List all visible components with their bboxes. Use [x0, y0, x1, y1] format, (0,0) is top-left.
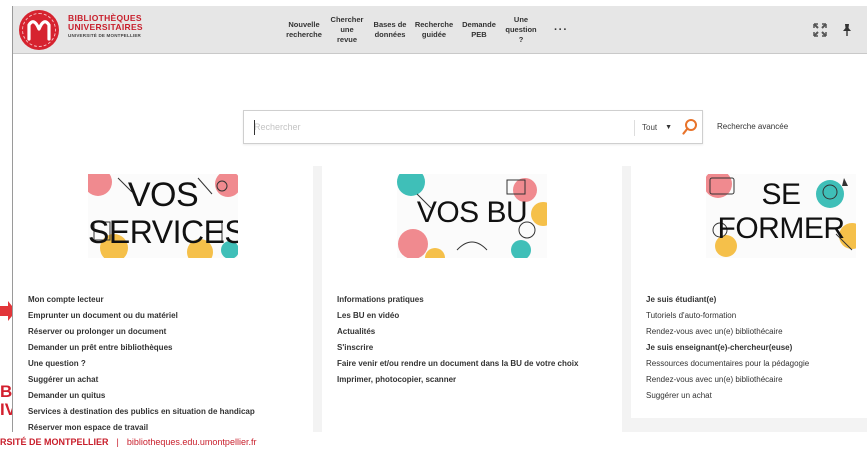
card-bu: VOS BU Informations pratiques Les BU en … [322, 166, 622, 432]
search-scope-select[interactable]: Tout ▼ [642, 111, 672, 143]
former-title-line1: SE [761, 178, 801, 211]
library-logo-text[interactable]: BIBLIOTHÈQUES UNIVERSITAIRES UNIVERSITÉ … [68, 14, 143, 39]
link-suggest-purchase[interactable]: Suggérer un achat [28, 372, 255, 388]
link-video[interactable]: Les BU en vidéo [337, 308, 578, 324]
browser-window: BIBLIOTHÈQUES UNIVERSITAIRES UNIVERSITÉ … [12, 6, 867, 432]
link-print-scan[interactable]: Imprimer, photocopier, scanner [337, 372, 578, 388]
nav-find-journal[interactable]: Chercher une revue [325, 6, 369, 54]
nav-more-button[interactable]: ··· [541, 6, 581, 54]
link-teacher[interactable]: Je suis enseignant(e)-chercheur(euse) [646, 340, 809, 356]
former-links: Je suis étudiant(e) Tutoriels d'auto-for… [646, 292, 809, 404]
main-nav: Nouvelle recherche Chercher une revue Ba… [283, 6, 581, 54]
link-workspace[interactable]: Réserver mon espace de travail [28, 420, 255, 432]
card-former: SE FORMER Je suis étudiant(e) Tutoriels … [631, 166, 867, 418]
bu-banner-image[interactable]: VOS BU [397, 174, 547, 258]
link-suggest-purchase-teacher[interactable]: Suggérer un achat [646, 388, 809, 404]
link-practical-info[interactable]: Informations pratiques [337, 292, 578, 308]
link-reserve[interactable]: Réserver ou prolonger un document [28, 324, 255, 340]
card-services: VOS SERVICES Mon compte lecteur Emprunte… [13, 166, 313, 432]
link-news[interactable]: Actualités [337, 324, 578, 340]
search-scope-value: Tout [642, 122, 658, 132]
nav-new-search[interactable]: Nouvelle recherche [283, 6, 325, 54]
pin-icon[interactable] [841, 23, 853, 37]
former-title-line2: FORMER [717, 212, 846, 245]
services-links: Mon compte lecteur Emprunter un document… [28, 292, 255, 432]
link-student[interactable]: Je suis étudiant(e) [646, 292, 809, 308]
link-appointment-student[interactable]: Rendez-vous avec un(e) bibliothécaire [646, 324, 809, 340]
text-cursor [254, 120, 255, 135]
brand-footer: RSITÉ DE MONTPELLIER | bibliotheques.edu… [0, 433, 256, 450]
header-tools [813, 6, 853, 54]
services-title-line1: VOS [127, 176, 199, 214]
link-quitus[interactable]: Demander un quitus [28, 388, 255, 404]
footer-url: bibliotheques.edu.umontpellier.fr [126, 436, 257, 447]
link-pedagogy-resources[interactable]: Ressources documentaires pour la pédagog… [646, 356, 809, 372]
link-document-transfer[interactable]: Faire venir et/ou rendre un document dan… [337, 356, 578, 372]
university-logo-icon[interactable] [19, 10, 59, 50]
expand-icon[interactable] [813, 23, 827, 37]
nav-databases[interactable]: Bases de données [369, 6, 411, 54]
footer-separator: | [116, 436, 119, 447]
nav-peb-request[interactable]: Demande PEB [457, 6, 501, 54]
link-accessibility[interactable]: Services à destination des publics en si… [28, 404, 255, 420]
search-bar: Tout ▼ [243, 110, 703, 144]
search-icon[interactable] [682, 118, 698, 136]
link-tutorials[interactable]: Tutoriels d'auto-formation [646, 308, 809, 324]
link-borrow[interactable]: Emprunter un document ou du matériel [28, 308, 255, 324]
link-account[interactable]: Mon compte lecteur [28, 292, 255, 308]
services-title-line2: SERVICES [88, 214, 238, 250]
services-banner-image[interactable]: VOS SERVICES [88, 174, 238, 258]
link-interlibrary-loan[interactable]: Demander un prêt entre bibliothèques [28, 340, 255, 356]
advanced-search-link[interactable]: Recherche avancée [717, 122, 788, 131]
link-appointment-teacher[interactable]: Rendez-vous avec un(e) bibliothécaire [646, 372, 809, 388]
dropdown-arrow-icon: ▼ [665, 123, 673, 131]
bu-links: Informations pratiques Les BU en vidéo A… [337, 292, 578, 388]
search-divider [634, 120, 635, 136]
bu-title: VOS BU [416, 196, 528, 229]
link-register[interactable]: S'inscrire [337, 340, 578, 356]
nav-question[interactable]: Une question ? [501, 6, 541, 54]
former-banner-image[interactable]: SE FORMER [706, 174, 856, 258]
search-input[interactable] [244, 111, 629, 143]
university-name: RSITÉ DE MONTPELLIER [0, 436, 109, 447]
nav-guided-search[interactable]: Recherche guidée [411, 6, 457, 54]
link-question[interactable]: Une question ? [28, 356, 255, 372]
site-header: BIBLIOTHÈQUES UNIVERSITAIRES UNIVERSITÉ … [13, 6, 867, 54]
